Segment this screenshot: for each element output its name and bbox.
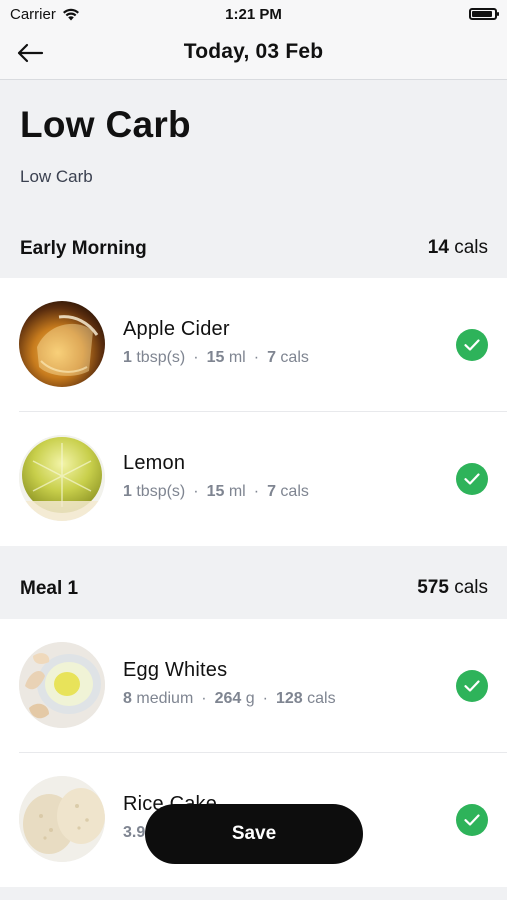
nav-title: Today, 03 Feb [183,40,324,63]
food-name: Apple Cider [123,318,230,340]
food-item-apple-cider[interactable]: Apple Cider 1 tbsp(s) · 15 ml · 7 cals [0,278,507,412]
battery-icon [469,8,499,20]
check-circle-icon[interactable] [456,463,488,495]
food-name: Egg Whites [123,659,228,681]
egg-whites-photo [19,642,105,728]
save-button[interactable]: Save [145,804,363,864]
section-calories: 575 cals [417,577,488,598]
food-name: Lemon [123,452,186,474]
section-name: Meal 1 [20,578,79,599]
check-circle-icon[interactable] [456,804,488,836]
section-header-early-morning: Early Morning 14 cals [0,221,507,277]
lemon-photo [19,435,105,521]
page-subtitle: Low Carb [20,167,93,186]
food-item-egg-whites[interactable]: Egg Whites 8 medium · 264 g · 128 cals [0,619,507,753]
page-title: Low Carb [20,104,191,145]
check-circle-icon[interactable] [456,670,488,702]
food-meta: 1 tbsp(s) · 15 ml · 7 cals [123,349,309,366]
food-meta: 1 tbsp(s) · 15 ml · 7 cals [123,483,309,500]
food-item-lemon[interactable]: Lemon 1 tbsp(s) · 15 ml · 7 cals [0,412,507,546]
check-circle-icon[interactable] [456,329,488,361]
section-name: Early Morning [20,238,147,259]
rice-cake-photo [19,776,105,862]
nav-bar: Today, 03 Feb [0,28,507,80]
section-header-meal-1: Meal 1 575 cals [0,546,507,619]
apple-cider-photo [19,301,105,387]
status-bar: Carrier 1:21 PM [0,0,507,28]
status-time: 1:21 PM [225,6,282,23]
food-meta: 8 medium · 264 g · 128 cals [123,690,336,707]
section-calories: 14 cals [427,237,488,258]
